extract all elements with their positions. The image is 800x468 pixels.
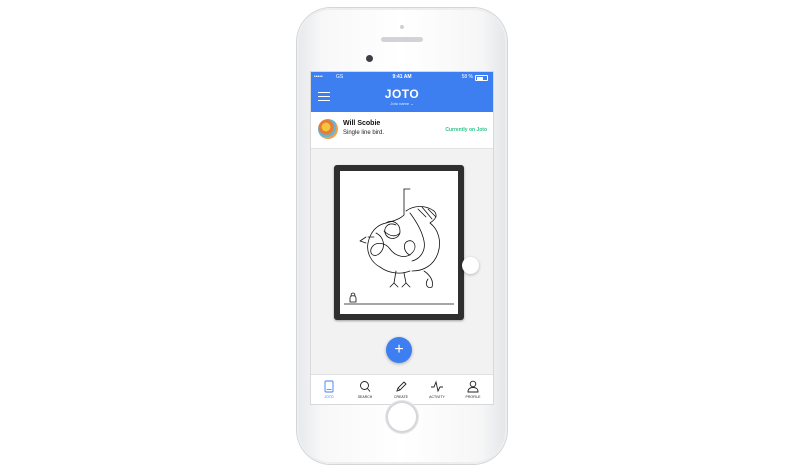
bird-drawing — [344, 188, 454, 305]
battery-icon — [475, 75, 488, 81]
jot-title: Single line bird. — [343, 130, 385, 136]
app-header: JOTO Joto name ⌄ — [311, 82, 493, 112]
drawing-canvas[interactable] — [340, 171, 458, 314]
activity-icon — [431, 380, 443, 393]
earpiece-speaker — [381, 37, 423, 42]
pen-icon — [396, 381, 407, 392]
joto-name-dropdown[interactable]: Joto name ⌄ — [311, 101, 493, 106]
tab-joto[interactable]: JOTO — [311, 375, 347, 404]
pen-position-handle[interactable] — [462, 257, 479, 274]
tab-label: CREATE — [394, 395, 408, 399]
profile-icon — [467, 380, 479, 393]
phone-frame: ••••• GS 9:41 AM 58 % JOTO Joto name ⌄ W… — [297, 8, 507, 464]
user-name: Will Scobie — [343, 120, 381, 127]
battery-percent: 58 % — [461, 74, 473, 80]
avatar[interactable] — [318, 119, 338, 139]
tab-label: SEARCH — [357, 395, 373, 399]
user-bar: Will Scobie Single line bird. Currently … — [311, 112, 493, 149]
tab-label: JOTO — [324, 395, 334, 399]
proximity-sensor — [400, 25, 404, 29]
tab-search[interactable]: SEARCH — [347, 375, 383, 404]
status-bar: ••••• GS 9:41 AM 58 % — [311, 72, 493, 82]
bottom-tab-bar: JOTO SEARCH CREATE ACTIVITY PROFILE — [311, 374, 493, 404]
tab-label: ACTIVITY — [429, 395, 445, 399]
status-badge: Currently on Joto — [445, 127, 487, 133]
tab-label: PROFILE — [465, 395, 481, 399]
joto-board-frame — [334, 165, 464, 320]
search-icon — [360, 381, 371, 392]
tab-create[interactable]: CREATE — [383, 375, 419, 404]
app-screen: ••••• GS 9:41 AM 58 % JOTO Joto name ⌄ W… — [311, 72, 493, 404]
home-button[interactable] — [386, 401, 418, 433]
front-camera — [366, 55, 373, 62]
tab-activity[interactable]: ACTIVITY — [419, 375, 455, 404]
joto-device-icon — [324, 380, 334, 393]
joto-logo: JOTO — [384, 87, 420, 101]
tab-profile[interactable]: PROFILE — [455, 375, 491, 404]
add-jot-button[interactable]: + — [386, 337, 412, 363]
